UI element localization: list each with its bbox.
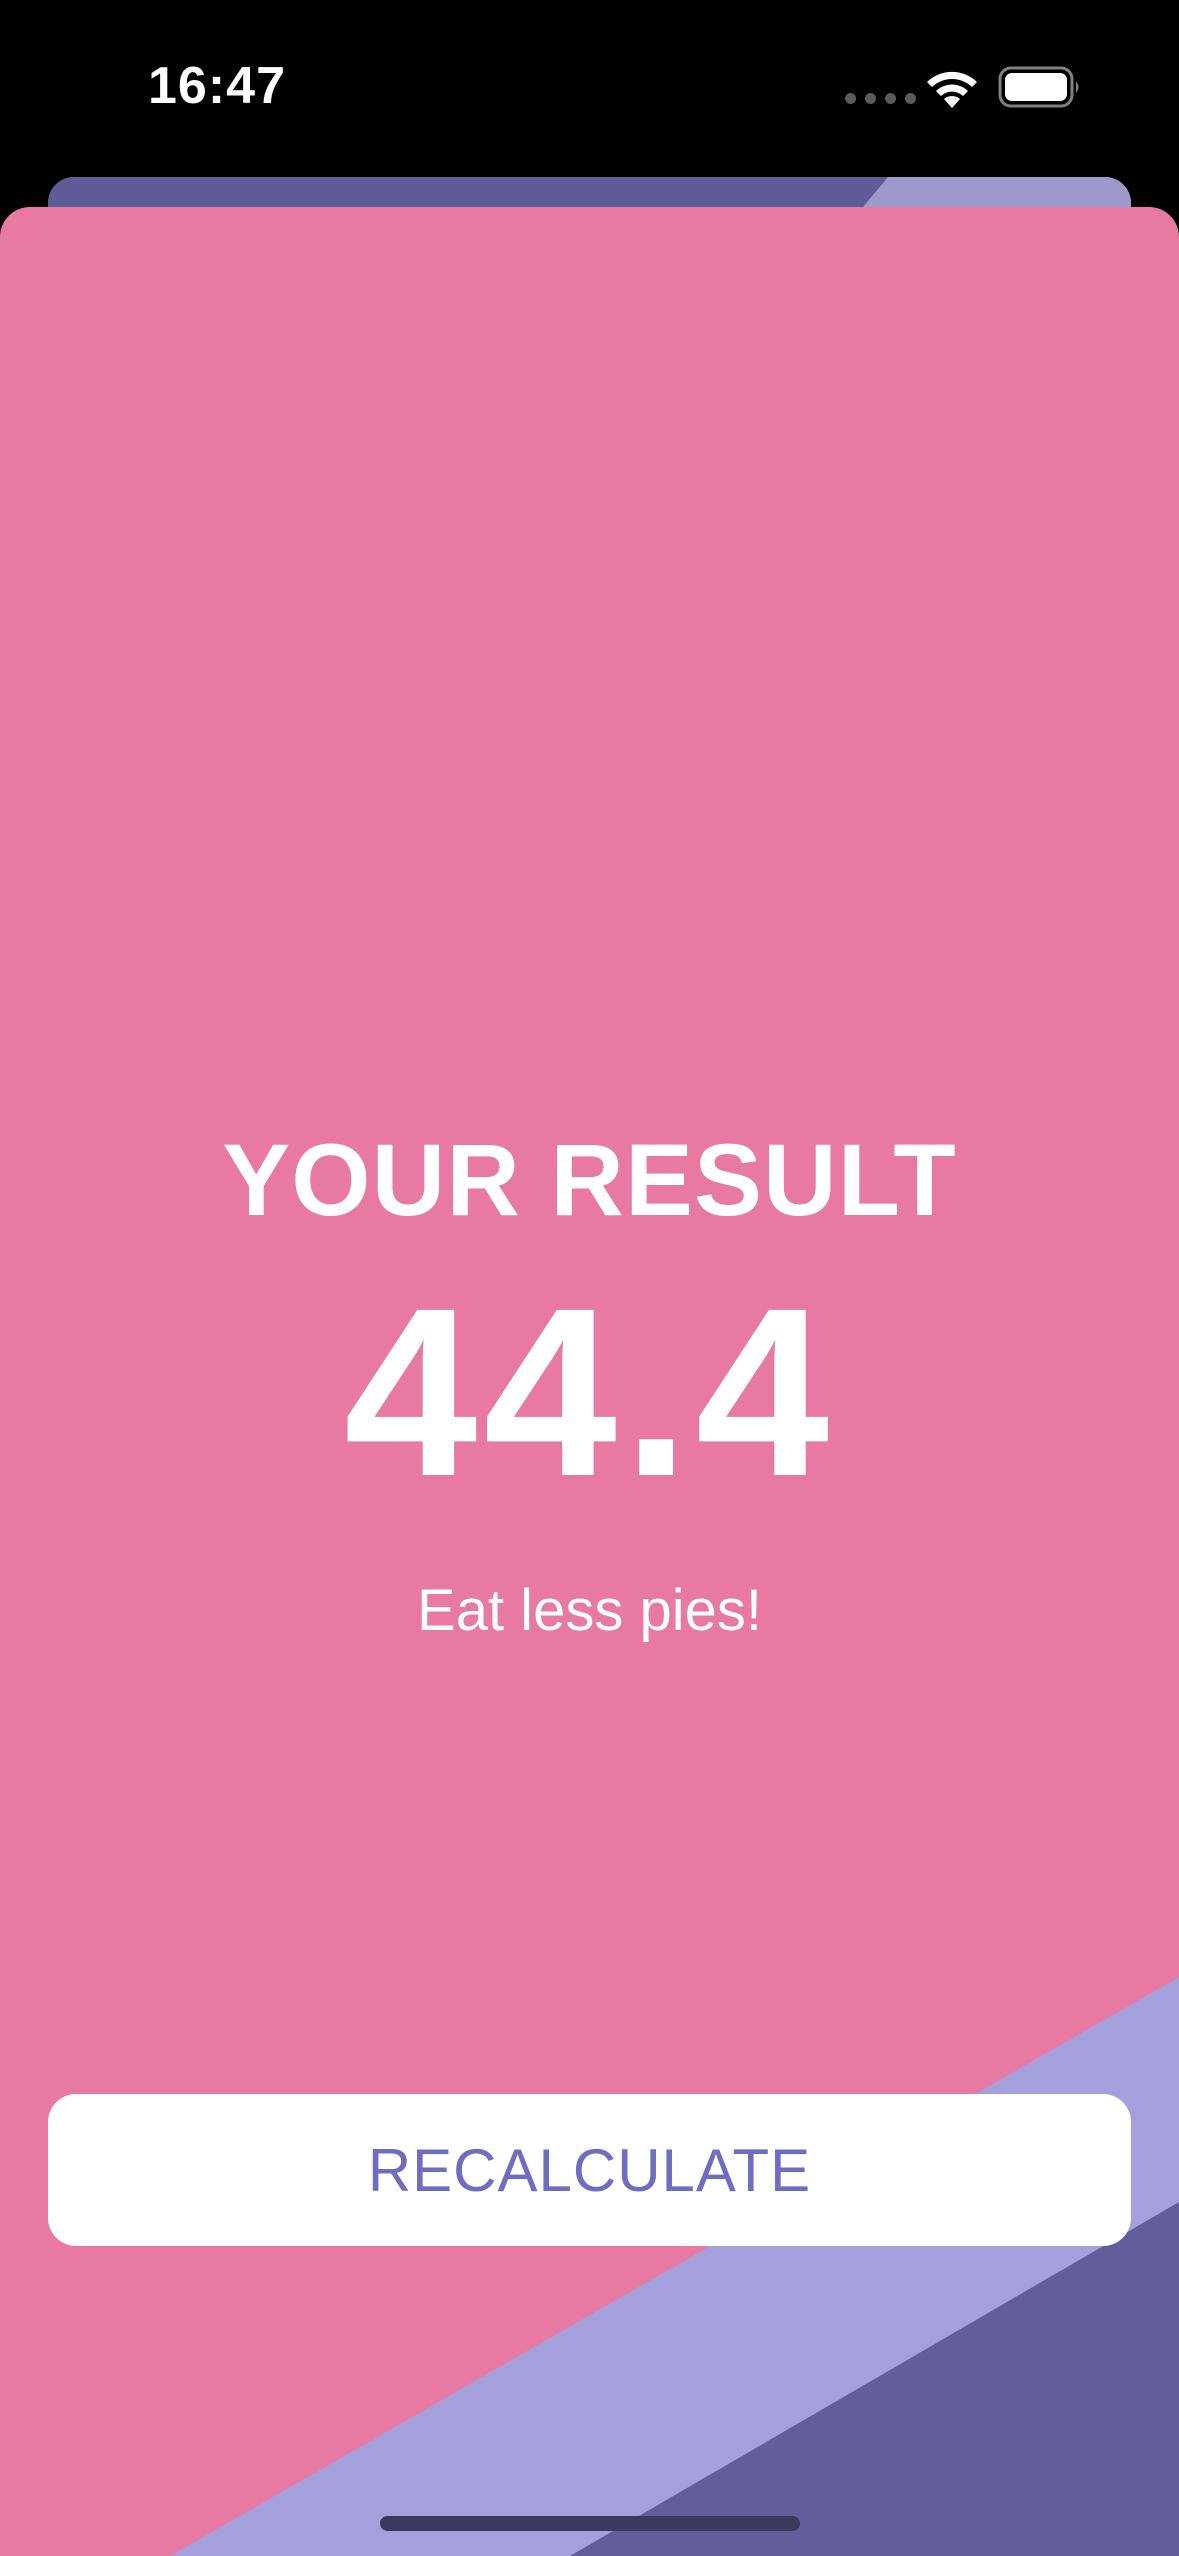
recalculate-button[interactable]: RECALCULATE bbox=[48, 2094, 1131, 2246]
status-bar: 16:47 bbox=[0, 0, 1179, 175]
result-title: YOUR RESULT bbox=[222, 1123, 957, 1237]
wifi-icon bbox=[927, 71, 977, 108]
battery-icon bbox=[998, 66, 1079, 108]
home-indicator[interactable] bbox=[380, 2516, 800, 2531]
result-screen: 16:47 YOUR RESULT 44.4 Eat less pies! RE… bbox=[0, 0, 1179, 2556]
result-advice: Eat less pies! bbox=[417, 1578, 762, 1643]
cellular-dots-icon bbox=[845, 93, 916, 104]
status-time: 16:47 bbox=[148, 57, 286, 115]
bmi-value: 44.4 bbox=[343, 1258, 836, 1526]
